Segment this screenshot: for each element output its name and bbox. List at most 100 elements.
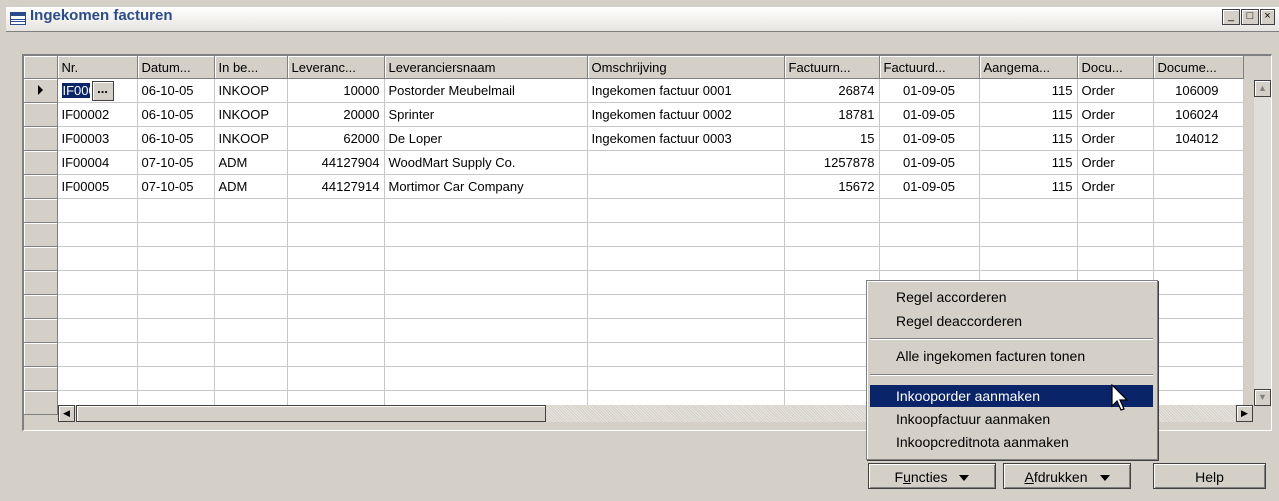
column-header-in-behandeling[interactable]: In be... [214,56,288,79]
empty-cell[interactable] [979,198,1078,223]
empty-cell[interactable] [784,270,880,295]
empty-cell[interactable] [879,198,980,223]
cell-factuurnummer[interactable]: 15672 [784,174,880,199]
cell-documentnummer[interactable]: 104012 [1153,126,1244,151]
minimize-button[interactable]: _ [1222,9,1240,25]
cell-datum[interactable]: 07-10-05 [137,150,215,175]
cell-leveranciersnummer[interactable]: 44127914 [287,174,385,199]
empty-cell[interactable] [587,246,785,271]
empty-cell[interactable] [784,342,880,367]
maximize-button[interactable]: □ [1241,9,1259,25]
close-button[interactable]: × [1260,9,1275,25]
cell-nr-value[interactable]: IF0000 [61,83,90,98]
empty-cell[interactable] [1153,318,1244,343]
cell-documenttype[interactable]: Order [1077,78,1154,103]
row-selector[interactable] [24,198,58,223]
cell-leveranciersnummer[interactable]: 44127904 [287,150,385,175]
cell-factuurdatum[interactable]: 01-09-05 [879,78,980,103]
row-selector[interactable] [24,270,58,295]
empty-table-row[interactable] [24,246,1244,271]
cell-omschrijving[interactable]: Ingekomen factuur 0001 [587,78,785,103]
functies-button[interactable]: Functies [868,463,996,489]
empty-cell[interactable] [214,246,288,271]
empty-cell[interactable] [784,294,880,319]
empty-cell[interactable] [57,270,138,295]
menu-item-inkoopcreditnota-aanmaken[interactable]: Inkoopcreditnota aanmaken [870,431,1153,453]
empty-cell[interactable] [784,366,880,391]
empty-cell[interactable] [214,318,288,343]
cell-factuurnummer[interactable]: 15 [784,126,880,151]
row-selector[interactable] [24,366,58,391]
cell-aangemaakt[interactable]: 115 [979,150,1078,175]
table-row[interactable]: IF00003 06-10-05 INKOOP 62000 De Loper I… [24,126,1244,151]
empty-cell[interactable] [587,222,785,247]
empty-cell[interactable] [137,366,215,391]
empty-cell[interactable] [214,366,288,391]
vertical-scrollbar[interactable]: ▲ ▼ [1254,80,1271,406]
empty-cell[interactable] [784,222,880,247]
column-header-omschrijving[interactable]: Omschrijving [587,56,785,79]
cell-leveranciersnaam[interactable]: Mortimor Car Company [384,174,588,199]
empty-cell[interactable] [57,318,138,343]
empty-cell[interactable] [287,270,385,295]
empty-cell[interactable] [1077,222,1154,247]
cell-aangemaakt[interactable]: 115 [979,174,1078,199]
cell-factuurdatum[interactable]: 01-09-05 [879,126,980,151]
empty-cell[interactable] [137,294,215,319]
cell-factuurdatum[interactable]: 01-09-05 [879,102,980,127]
empty-cell[interactable] [287,246,385,271]
empty-cell[interactable] [384,318,588,343]
cell-datum[interactable]: 06-10-05 [137,102,215,127]
empty-cell[interactable] [587,270,785,295]
empty-cell[interactable] [1153,294,1244,319]
empty-cell[interactable] [784,198,880,223]
empty-cell[interactable] [57,222,138,247]
cell-inbe[interactable]: INKOOP [214,102,288,127]
cell-nr[interactable]: IF00005 [57,174,138,199]
empty-cell[interactable] [979,222,1078,247]
empty-cell[interactable] [979,246,1078,271]
empty-cell[interactable] [1153,366,1244,391]
empty-cell[interactable] [137,318,215,343]
horizontal-scroll-thumb[interactable] [76,405,546,422]
cell-inbe[interactable]: INKOOP [214,78,288,103]
cell-nr[interactable]: IF00002 [57,102,138,127]
empty-cell[interactable] [57,366,138,391]
empty-cell[interactable] [784,318,880,343]
empty-cell[interactable] [214,270,288,295]
empty-cell[interactable] [1077,198,1154,223]
cell-datum[interactable]: 07-10-05 [137,174,215,199]
row-selector-header[interactable] [24,56,58,79]
empty-cell[interactable] [384,342,588,367]
cell-documenttype[interactable]: Order [1077,126,1154,151]
cell-leveranciersnaam[interactable]: Sprinter [384,102,588,127]
empty-cell[interactable] [587,342,785,367]
menu-item-regel-deaccorderen[interactable]: Regel deaccorderen [870,310,1153,332]
cell-nr[interactable]: IF00004 [57,150,138,175]
column-header-factuurnummer[interactable]: Factuurn... [784,56,880,79]
row-selector[interactable] [24,390,58,415]
empty-cell[interactable] [137,270,215,295]
cell-omschrijving[interactable] [587,150,785,175]
column-header-nr[interactable]: Nr. [57,56,138,79]
row-selector[interactable] [24,246,58,271]
empty-cell[interactable] [287,222,385,247]
cell-factuurnummer[interactable]: 1257878 [784,150,880,175]
cell-inbe[interactable]: ADM [214,150,288,175]
column-header-documenttype[interactable]: Docu... [1077,56,1154,79]
cell-datum[interactable]: 06-10-05 [137,78,215,103]
empty-cell[interactable] [1153,222,1244,247]
lookup-button[interactable]: ... [91,80,114,101]
empty-cell[interactable] [287,198,385,223]
cell-omschrijving[interactable]: Ingekomen factuur 0003 [587,126,785,151]
empty-cell[interactable] [384,366,588,391]
cell-inbe[interactable]: ADM [214,174,288,199]
empty-cell[interactable] [384,198,588,223]
empty-cell[interactable] [214,222,288,247]
row-selector[interactable] [24,126,58,151]
table-row[interactable]: IF00004 07-10-05 ADM 44127904 WoodMart S… [24,150,1244,175]
empty-cell[interactable] [1077,246,1154,271]
empty-cell[interactable] [214,198,288,223]
empty-cell[interactable] [879,246,980,271]
cell-factuurdatum[interactable]: 01-09-05 [879,150,980,175]
